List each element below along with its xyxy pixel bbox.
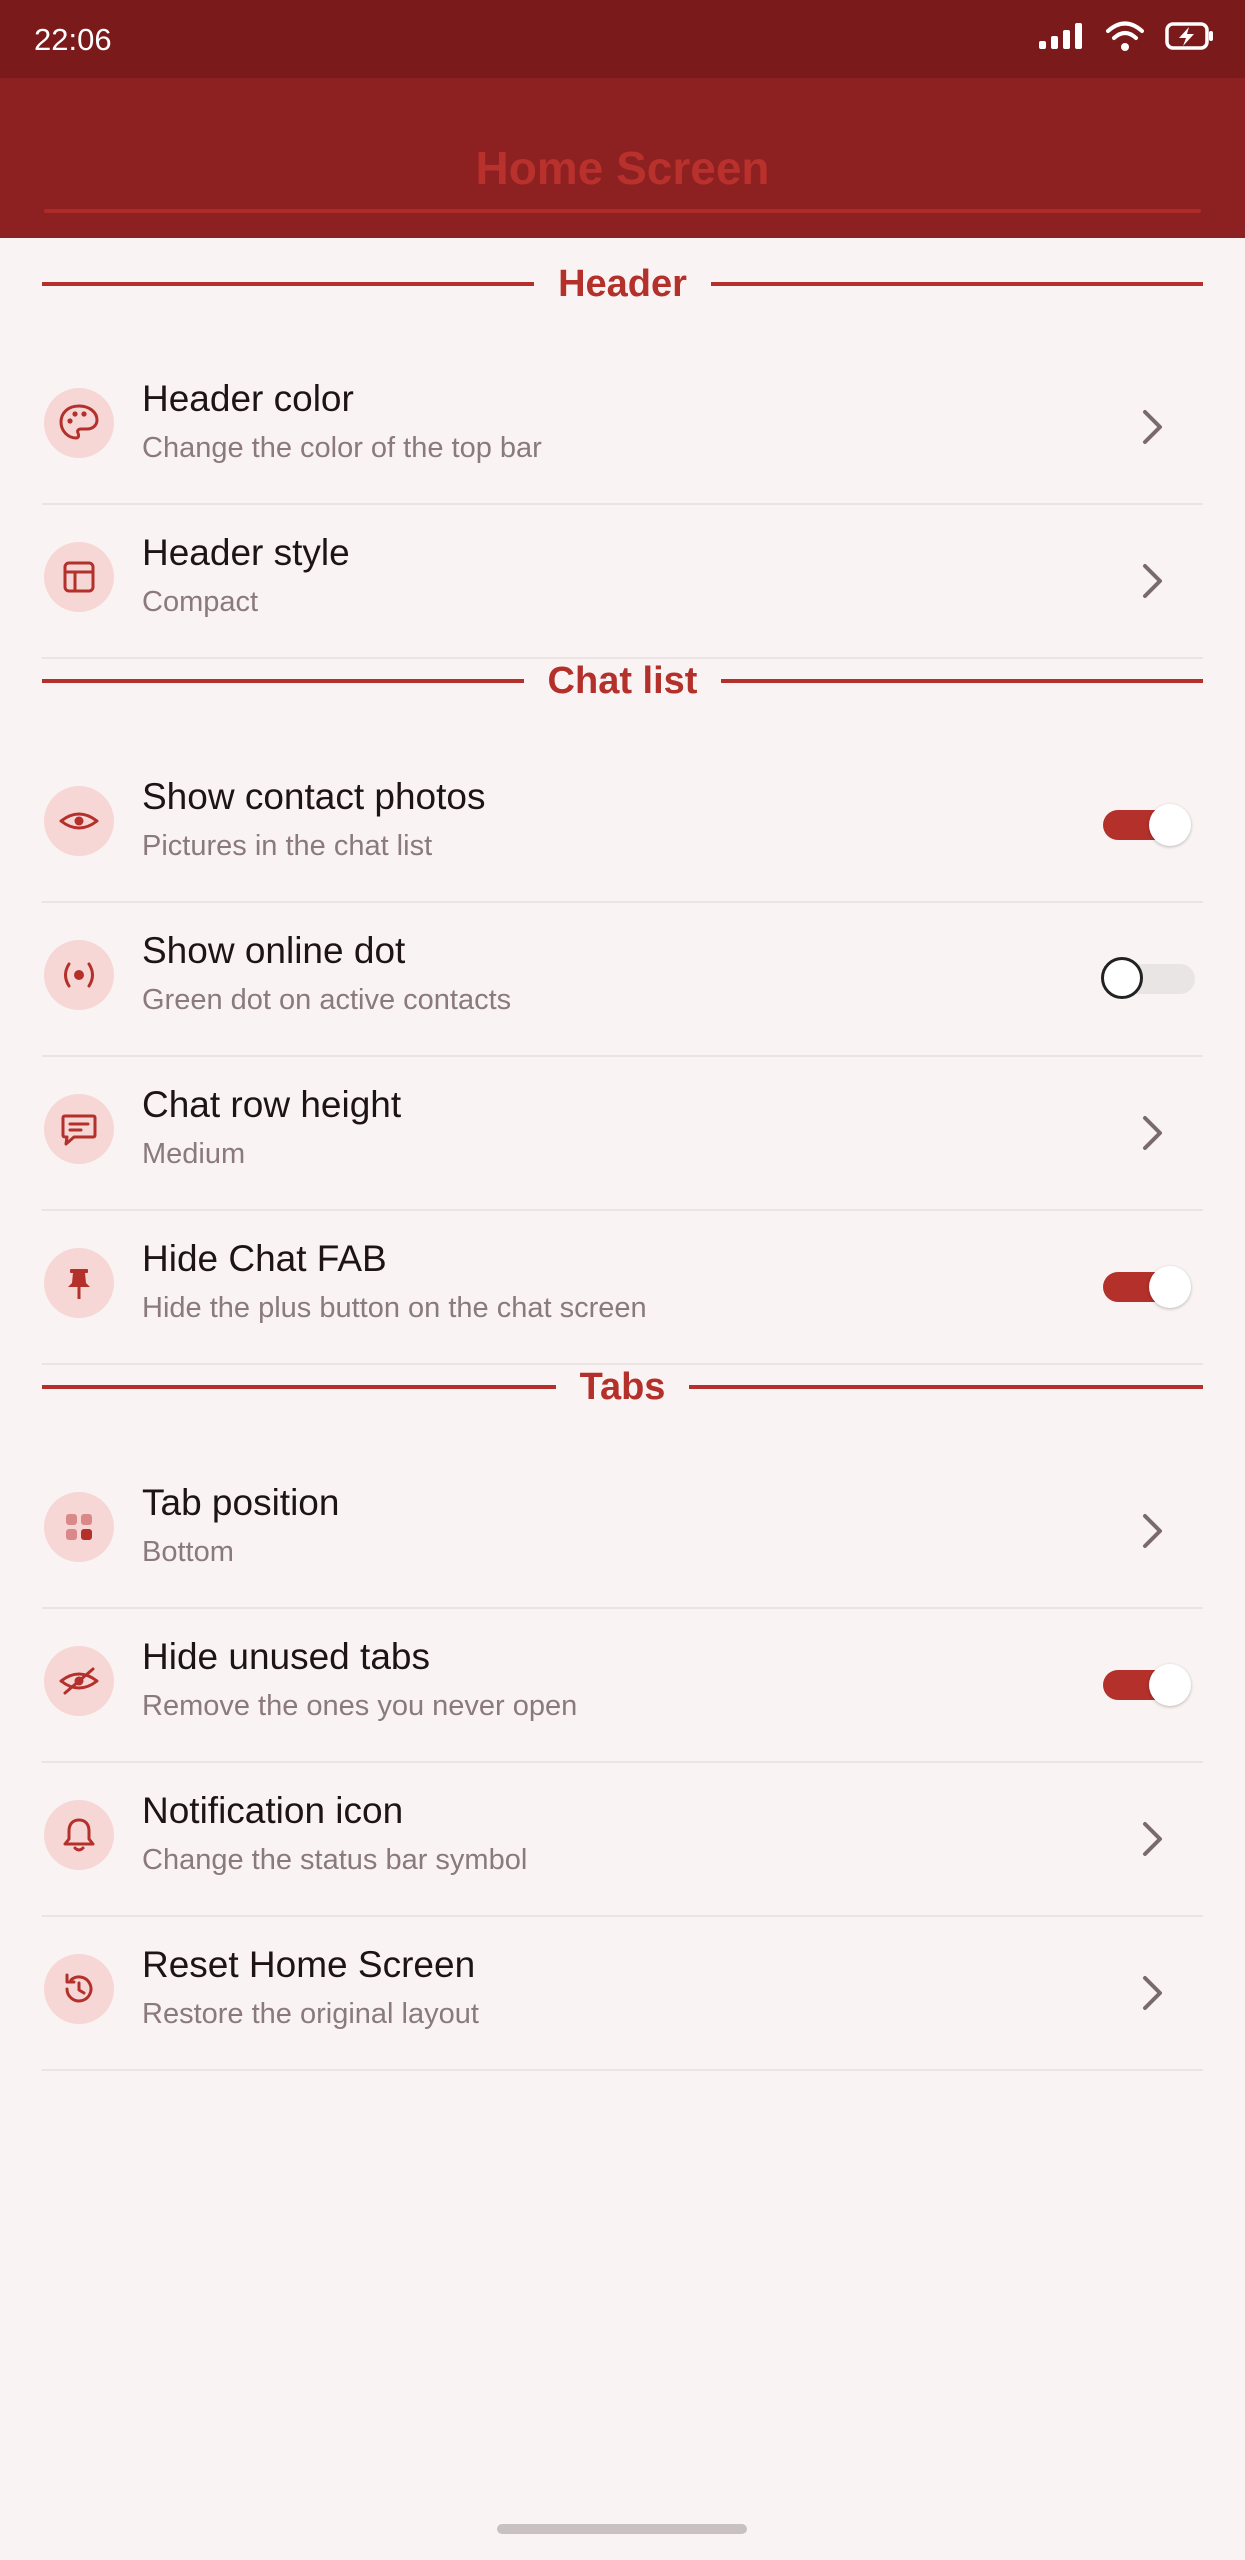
section-divider [42, 679, 524, 683]
reset-icon [44, 1954, 114, 2024]
setting-header-style[interactable]: Header style Compact [42, 506, 1203, 659]
setting-subtitle: Hide the plus button on the chat screen [142, 1292, 647, 1324]
setting-title: Header color [142, 378, 354, 419]
section-header-header: Header [42, 254, 1203, 314]
toggle-thumb [1149, 1266, 1191, 1308]
setting-subtitle: Remove the ones you never open [142, 1690, 578, 1722]
setting-show-contact-photos[interactable]: Show contact photos Pictures in the chat… [42, 750, 1203, 903]
setting-hide-chat-fab[interactable]: Hide Chat FAB Hide the plus button on th… [42, 1212, 1203, 1365]
toggle-switch[interactable] [1103, 1266, 1191, 1308]
section-label: Header [558, 263, 687, 305]
setting-header-color[interactable]: Header color Change the color of the top… [42, 352, 1203, 505]
setting-title: Show contact photos [142, 776, 486, 817]
setting-subtitle: Bottom [142, 1536, 234, 1568]
toggle-thumb [1149, 804, 1191, 846]
online-dot-icon [44, 940, 114, 1010]
setting-title: Notification icon [142, 1790, 404, 1831]
toggle-switch[interactable] [1103, 1664, 1191, 1706]
setting-title: Tab position [142, 1482, 340, 1523]
section-divider [42, 282, 535, 286]
setting-hide-unused-tabs[interactable]: Hide unused tabs Remove the ones you nev… [42, 1610, 1203, 1763]
title-underline [44, 209, 1201, 213]
chevron-right-icon [1143, 564, 1162, 598]
chevron-right-icon [1143, 1822, 1162, 1856]
setting-tab-position[interactable]: Tab position Bottom [42, 1456, 1203, 1609]
section-divider [42, 1385, 556, 1389]
app-bar: Home Screen [0, 78, 1245, 238]
toggle-switch[interactable] [1101, 957, 1195, 999]
section-header-tabs: Tabs [42, 1357, 1203, 1417]
setting-title: Chat row height [142, 1084, 402, 1125]
section-divider [710, 282, 1203, 286]
setting-title: Hide unused tabs [142, 1636, 430, 1677]
setting-subtitle: Pictures in the chat list [142, 830, 433, 862]
status-bar: 22:06 [0, 0, 1245, 78]
toggle-thumb [1101, 957, 1143, 999]
section-label: Chat list [547, 660, 698, 702]
layout-icon [44, 542, 114, 612]
status-icons [1039, 16, 1215, 60]
setting-title: Header style [142, 532, 350, 573]
chat-bubble-icon [44, 1094, 114, 1164]
wifi-icon [1105, 20, 1145, 57]
setting-title: Reset Home Screen [142, 1944, 476, 1985]
signal-icon [1039, 21, 1085, 56]
palette-icon [44, 388, 114, 458]
setting-chat-row-height[interactable]: Chat row height Medium [42, 1058, 1203, 1211]
toggle-thumb [1149, 1664, 1191, 1706]
setting-subtitle: Compact [142, 586, 259, 618]
status-time: 22:06 [34, 22, 112, 57]
eye-icon [44, 786, 114, 856]
setting-notification-icon[interactable]: Notification icon Change the status bar … [42, 1764, 1203, 1917]
bell-icon [44, 1800, 114, 1870]
setting-subtitle: Change the status bar symbol [142, 1844, 528, 1876]
eye-off-icon [44, 1646, 114, 1716]
setting-title: Show online dot [142, 930, 406, 971]
section-divider [689, 1385, 1203, 1389]
page-title: Home Screen [475, 142, 770, 194]
battery-charging-icon [1165, 21, 1215, 56]
setting-show-online-dot[interactable]: Show online dot Green dot on active cont… [42, 904, 1203, 1057]
setting-subtitle: Green dot on active contacts [142, 984, 512, 1016]
setting-subtitle: Restore the original layout [142, 1998, 479, 2030]
home-indicator[interactable] [497, 2524, 747, 2534]
section-label: Tabs [579, 1366, 666, 1408]
chevron-right-icon [1143, 1514, 1162, 1548]
setting-title: Hide Chat FAB [142, 1238, 387, 1279]
toggle-switch[interactable] [1103, 804, 1191, 846]
setting-subtitle: Medium [142, 1138, 246, 1170]
grid-icon [44, 1492, 114, 1562]
chevron-right-icon [1143, 1116, 1162, 1150]
setting-reset-home-screen[interactable]: Reset Home Screen Restore the original l… [42, 1918, 1203, 2071]
setting-subtitle: Change the color of the top bar [142, 432, 542, 464]
chevron-right-icon [1143, 1976, 1162, 2010]
section-header-chat-list: Chat list [42, 651, 1203, 711]
chevron-right-icon [1143, 410, 1162, 444]
pin-icon [44, 1248, 114, 1318]
section-divider [721, 679, 1203, 683]
